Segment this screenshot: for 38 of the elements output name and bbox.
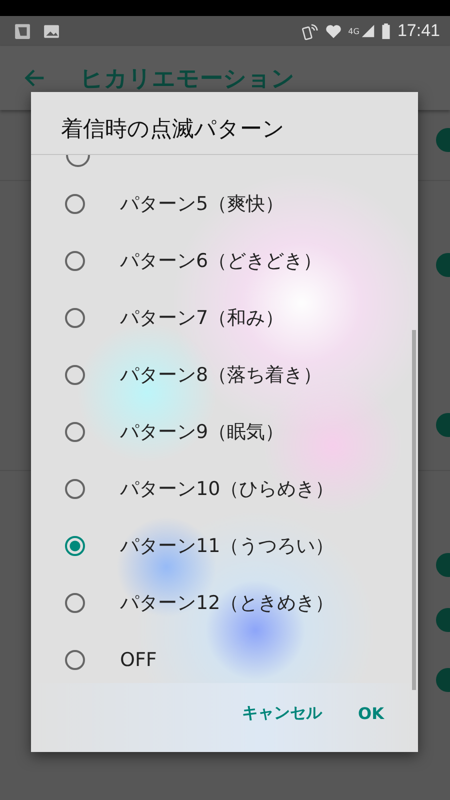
battery-icon <box>381 22 392 40</box>
network-type: 4G <box>348 27 360 36</box>
cancel-button[interactable]: キャンセル <box>234 695 330 732</box>
option-row[interactable]: パターン10（ひらめき） <box>31 460 418 517</box>
option-row[interactable]: OFF <box>31 631 418 683</box>
signal-icon <box>361 24 376 38</box>
option-label: パターン9（眠気） <box>120 420 284 444</box>
option-row[interactable]: パターン5（爽快） <box>31 175 418 232</box>
screen-title: ヒカリエモーション <box>80 64 295 94</box>
option-row[interactable]: パターン9（眠気） <box>31 403 418 460</box>
radio-button[interactable] <box>65 364 85 384</box>
option-row[interactable]: パターン12（ときめき） <box>31 574 418 631</box>
radio-button[interactable] <box>65 650 85 670</box>
radio-button[interactable] <box>65 592 85 612</box>
nfc-phone-icon <box>302 22 320 40</box>
option-label: パターン5（爽快） <box>120 192 284 216</box>
option-row[interactable]: パターン8（落ち着き） <box>31 346 418 403</box>
heart-icon <box>325 22 342 40</box>
option-label: パターン8（落ち着き） <box>120 362 322 388</box>
image-icon <box>43 22 60 40</box>
option-label: OFF <box>120 648 157 670</box>
option-label: パターン12（ときめき） <box>120 590 334 616</box>
radio-button[interactable] <box>65 194 85 214</box>
radio-button[interactable] <box>65 478 85 498</box>
notification-icon <box>14 22 31 40</box>
option-label: パターン11（うつろい） <box>120 534 334 558</box>
option-label: パターン7（和み） <box>120 306 284 330</box>
dialog-title: 着信時の点滅パターン <box>31 92 418 155</box>
radio-button[interactable] <box>65 536 85 556</box>
radio-button[interactable] <box>65 422 85 442</box>
option-label: パターン10（ひらめき） <box>120 476 334 502</box>
radio-button[interactable] <box>65 250 85 270</box>
option-row[interactable]: パターン7（和み） <box>31 289 418 346</box>
option-row[interactable]: パターン11（うつろい） <box>31 517 418 574</box>
clock: 17:41 <box>397 21 440 41</box>
option-row[interactable]: パターン6（どきどき） <box>31 232 418 289</box>
option-label: パターン6（どきどき） <box>120 248 322 274</box>
radio-button[interactable] <box>65 308 85 328</box>
